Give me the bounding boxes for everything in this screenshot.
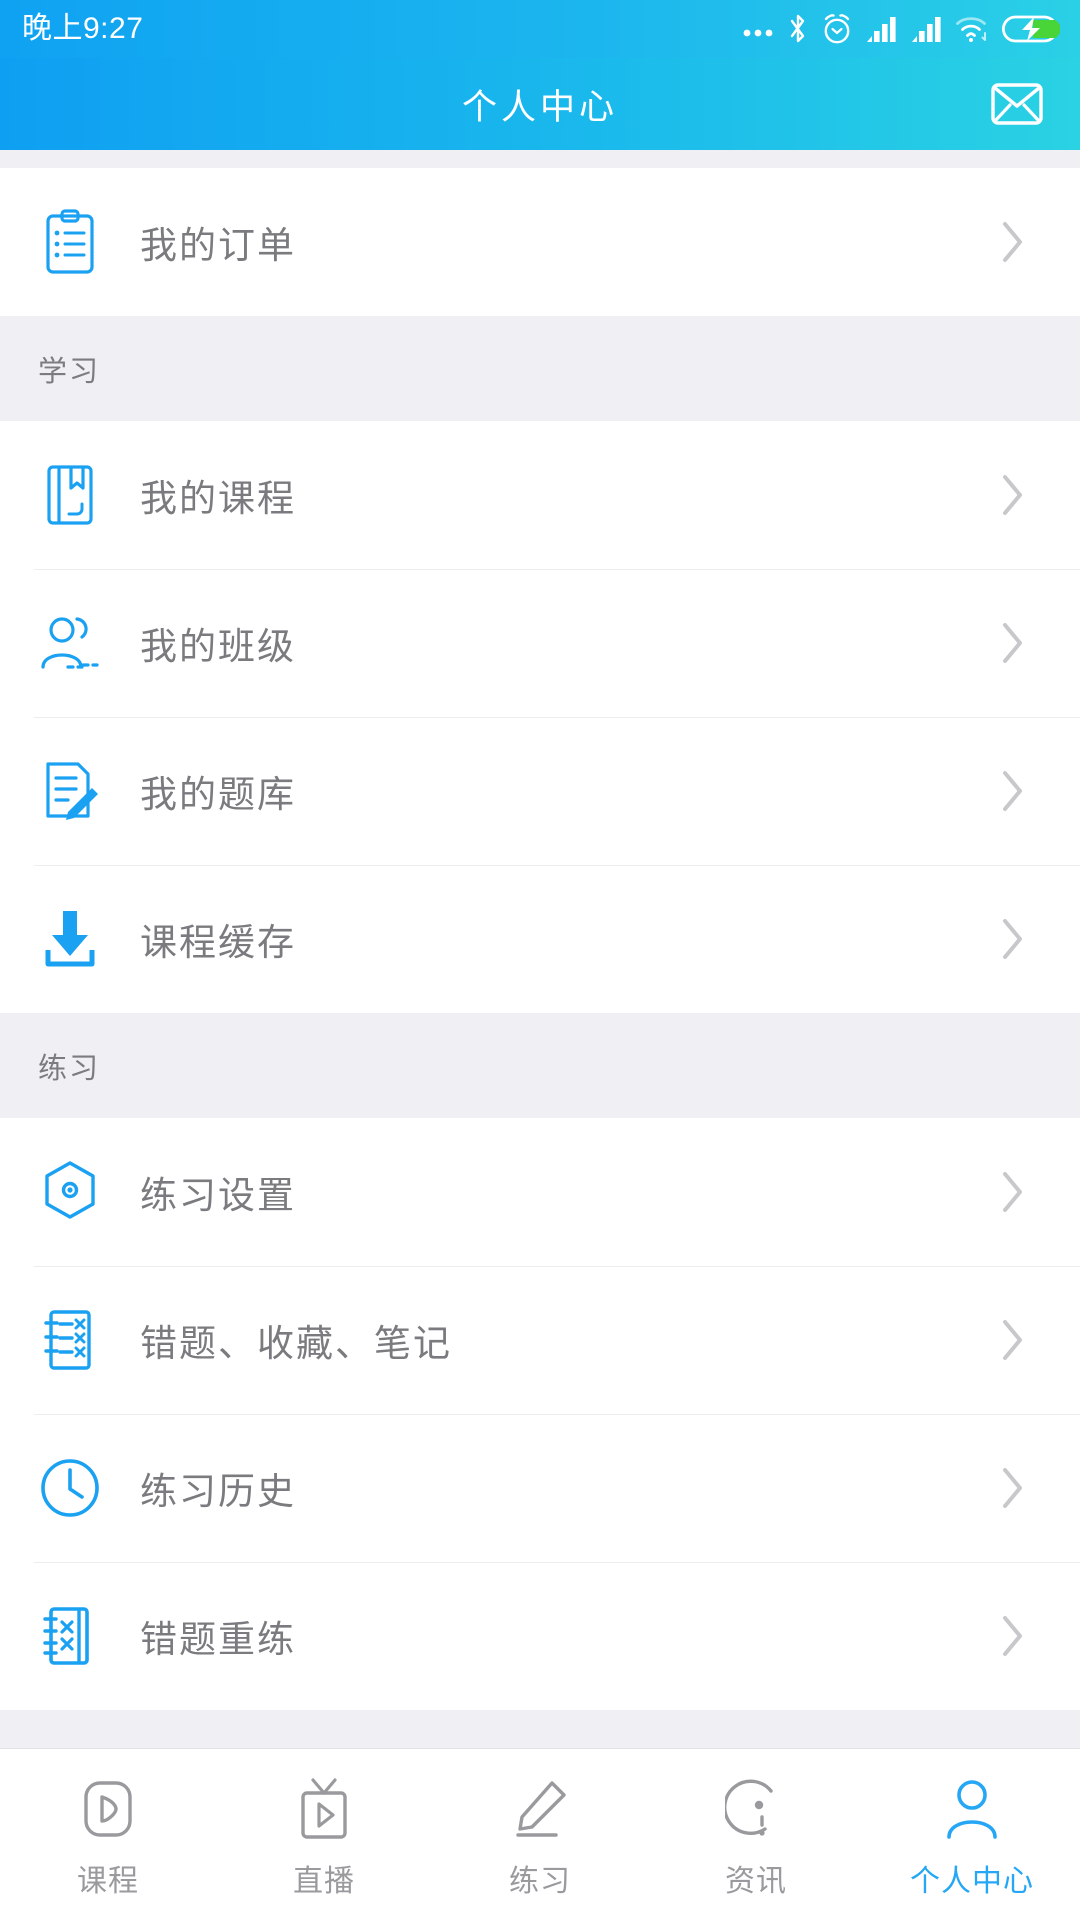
- bottom-navigation: 课程 直播 练习 资讯 个人中心: [0, 1748, 1080, 1920]
- envelope-icon[interactable]: [989, 76, 1045, 132]
- list-item-label: 我的订单: [140, 225, 296, 266]
- list-item-label: 我的课程: [140, 478, 296, 519]
- list-item-label: 错题重练: [140, 1619, 296, 1660]
- section-header-practice: 练习: [0, 1013, 1080, 1118]
- list-item-practice-history[interactable]: 练习历史: [0, 1414, 1080, 1562]
- tab-label: 练习: [509, 1864, 571, 1898]
- chevron-right-icon: [990, 916, 1036, 962]
- news-icon: [725, 1776, 787, 1842]
- list-item-my-courses[interactable]: 我的课程: [0, 421, 1080, 569]
- tab-practice[interactable]: 练习: [432, 1749, 648, 1920]
- signal-bars-icon: [865, 14, 899, 44]
- section-header-study: 学习: [0, 316, 1080, 421]
- group-orders: 我的订单: [0, 168, 1080, 316]
- list-item-practice-settings[interactable]: 练习设置: [0, 1118, 1080, 1266]
- chevron-right-icon: [990, 219, 1036, 265]
- notebook-x-icon: [34, 1304, 106, 1376]
- list-item-my-question-bank[interactable]: 我的题库: [0, 717, 1080, 865]
- battery-charging-icon: [1002, 13, 1060, 45]
- status-icon-tray: [742, 12, 1060, 46]
- signal-bars-icon: [910, 14, 944, 44]
- chevron-right-icon: [990, 1613, 1036, 1659]
- list-item-mistakes-favorites-notes[interactable]: 错题、收藏、笔记: [0, 1266, 1080, 1414]
- tab-courses[interactable]: 课程: [0, 1749, 216, 1920]
- hexagon-gear-icon: [34, 1156, 106, 1228]
- bluetooth-icon: [787, 12, 809, 46]
- clipboard-list-icon: [34, 206, 106, 278]
- list-item-redo-mistakes[interactable]: 错题重练: [0, 1562, 1080, 1710]
- people-group-icon: [34, 607, 106, 679]
- tab-label: 资讯: [725, 1864, 787, 1898]
- status-bar: 晚上9:27: [0, 0, 1080, 58]
- list-item-label: 我的题库: [140, 774, 296, 815]
- chevron-right-icon: [990, 1317, 1036, 1363]
- list-item-label: 练习设置: [140, 1175, 296, 1216]
- group-practice: 练习设置 错题、收藏、笔记 练习历史 错题重练: [0, 1118, 1080, 1710]
- chevron-right-icon: [990, 768, 1036, 814]
- chevron-right-icon: [990, 1465, 1036, 1511]
- pencil-icon: [508, 1776, 572, 1842]
- list-item-my-orders[interactable]: 我的订单: [0, 168, 1080, 316]
- alarm-clock-icon: [820, 12, 854, 46]
- spiral-notebook-x-icon: [34, 1600, 106, 1672]
- video-play-icon: [78, 1776, 138, 1842]
- list-item-my-class[interactable]: 我的班级: [0, 569, 1080, 717]
- tv-live-icon: [293, 1776, 355, 1842]
- page-title: 个人中心: [461, 87, 618, 127]
- document-pencil-icon: [34, 755, 106, 827]
- status-time: 晚上9:27: [22, 12, 144, 45]
- list-item-course-cache[interactable]: 课程缓存: [0, 865, 1080, 1013]
- wifi-icon: [955, 14, 991, 44]
- more-dots-icon: [742, 19, 776, 39]
- group-study: 我的课程 我的班级 我的题库 课程缓存: [0, 421, 1080, 1013]
- tab-label: 直播: [293, 1864, 355, 1898]
- chevron-right-icon: [990, 620, 1036, 666]
- download-icon: [34, 903, 106, 975]
- list-item-label: 课程缓存: [140, 922, 296, 963]
- tab-news[interactable]: 资讯: [648, 1749, 864, 1920]
- settings-list: 我的订单 学习 我的课程 我的班级 我的题库 课程缓存 练习 练习设置 错题、收…: [0, 150, 1080, 1748]
- clock-icon: [34, 1452, 106, 1524]
- app-header: 个人中心: [0, 58, 1080, 150]
- list-item-label: 练习历史: [140, 1471, 296, 1512]
- person-icon: [941, 1776, 1003, 1842]
- list-item-label: 错题、收藏、笔记: [140, 1323, 452, 1364]
- top-spacer: [0, 150, 1080, 168]
- tab-profile[interactable]: 个人中心: [864, 1749, 1080, 1920]
- chevron-right-icon: [990, 1169, 1036, 1215]
- tab-live[interactable]: 直播: [216, 1749, 432, 1920]
- tab-label: 课程: [77, 1864, 139, 1898]
- book-bookmark-icon: [34, 459, 106, 531]
- tab-label: 个人中心: [910, 1864, 1034, 1898]
- list-item-label: 我的班级: [140, 626, 296, 667]
- chevron-right-icon: [990, 472, 1036, 518]
